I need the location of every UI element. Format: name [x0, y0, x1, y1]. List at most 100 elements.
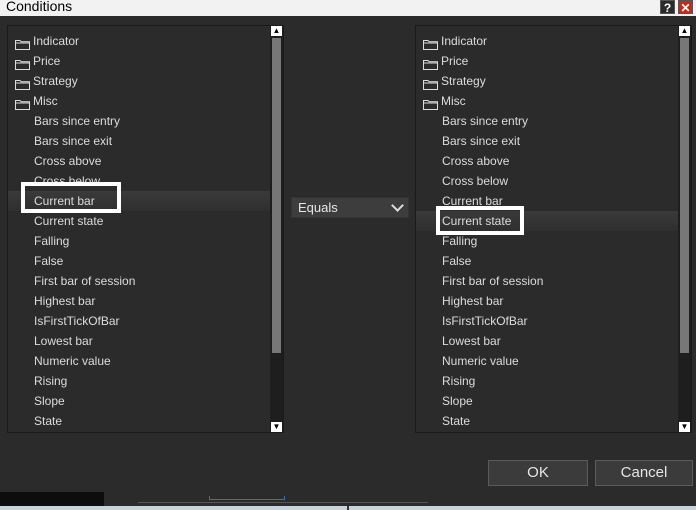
tree-folder-price[interactable]: Price [8, 51, 270, 71]
tree-item[interactable]: Current state [8, 211, 270, 231]
tree-item[interactable]: Highest bar [8, 291, 270, 311]
cancel-button[interactable]: Cancel [595, 460, 693, 486]
tree-item[interactable]: IsFirstTickOfBar [416, 311, 678, 331]
title-bar: Conditions ? ✕ [0, 0, 696, 16]
tree-item-label: False [442, 254, 472, 268]
tree-item-label: Current state [34, 214, 104, 228]
folder-icon [15, 56, 30, 70]
folder-icon [423, 36, 438, 50]
scroll-down-arrow-icon[interactable]: ▼ [271, 422, 282, 432]
tree-item-label: Highest bar [34, 294, 96, 308]
folder-icon [423, 56, 438, 70]
tree-item[interactable]: Rising [416, 371, 678, 391]
tree-item[interactable]: Slope [416, 391, 678, 411]
tree-item[interactable]: Current state [416, 211, 678, 231]
tree-item[interactable]: Numeric value [8, 351, 270, 371]
folder-icon [15, 36, 30, 50]
tree-item[interactable]: Numeric value [416, 351, 678, 371]
tree-item-label: Bars since entry [34, 114, 121, 128]
tree-item[interactable]: Current bar [8, 191, 270, 211]
folder-icon [423, 96, 438, 110]
tree-folder-label: Indicator [33, 34, 80, 48]
right-scroll-thumb[interactable] [680, 38, 689, 353]
tree-item-label: Slope [34, 394, 65, 408]
tree-item[interactable]: Lowest bar [416, 331, 678, 351]
tree-item[interactable]: Bars since entry [416, 111, 678, 131]
window-title: Conditions [6, 0, 73, 14]
tree-item[interactable]: Cross below [8, 171, 270, 191]
tree-item-label: Bars since entry [442, 114, 529, 128]
tree-item[interactable]: Lowest bar [8, 331, 270, 351]
tree-folder-misc[interactable]: Misc [416, 91, 678, 111]
tree-item[interactable]: Cross above [8, 151, 270, 171]
tree-item[interactable]: First bar of session [8, 271, 270, 291]
tree-folder-strategy[interactable]: Strategy [416, 71, 678, 91]
tree-folder-indicator[interactable]: Indicator [416, 31, 678, 51]
tree-item[interactable]: Slope [8, 391, 270, 411]
tree-folder-label: Strategy [33, 74, 78, 88]
tree-folder-indicator[interactable]: Indicator [8, 31, 270, 51]
tree-folder-strategy[interactable]: Strategy [8, 71, 270, 91]
tree-item[interactable]: Bars since entry [8, 111, 270, 131]
tree-folder-price[interactable]: Price [416, 51, 678, 71]
tree-folder-label: Price [33, 54, 61, 68]
tree-item-label: Current state [442, 214, 512, 228]
tree-item[interactable]: IsFirstTickOfBar [8, 311, 270, 331]
right-condition-tree[interactable]: Indicator Price Strategy Misc Bars since ent… [415, 25, 692, 433]
left-condition-tree[interactable]: Indicator Price Strategy Misc Bars since ent… [7, 25, 284, 433]
operator-dropdown[interactable]: Equals [291, 197, 409, 218]
tree-item[interactable]: Cross below [416, 171, 678, 191]
tree-item-label: False [34, 254, 64, 268]
tree-item[interactable]: False [8, 251, 270, 271]
tree-item-label: IsFirstTickOfBar [442, 314, 528, 328]
tree-item-label: Rising [34, 374, 68, 388]
right-tree-list: Indicator Price Strategy Misc Bars since ent… [416, 31, 678, 431]
tree-folder-label: Price [441, 54, 469, 68]
tree-item-label: Highest bar [442, 294, 504, 308]
tree-item-label: Bars since exit [34, 134, 113, 148]
tree-folder-label: Misc [441, 94, 466, 108]
tree-item-label: Current bar [442, 194, 503, 208]
background-app-strip [0, 492, 696, 510]
tree-item[interactable]: Bars since exit [416, 131, 678, 151]
tree-item-label: Lowest bar [34, 334, 93, 348]
tree-item-label: State [442, 414, 471, 428]
left-scroll-thumb[interactable] [272, 38, 281, 353]
tree-item-label: Numeric value [34, 354, 111, 368]
tree-item[interactable]: Current bar [416, 191, 678, 211]
help-button[interactable]: ? [660, 0, 675, 15]
tree-item-label: Slope [442, 394, 473, 408]
tree-item[interactable]: State [8, 411, 270, 431]
left-scrollbar[interactable]: ▲ ▼ [270, 26, 283, 432]
tree-item-label: Cross above [442, 154, 510, 168]
tree-item[interactable]: Highest bar [416, 291, 678, 311]
operator-value: Equals [298, 200, 338, 215]
tree-folder-misc[interactable]: Misc [8, 91, 270, 111]
tree-item-label: Lowest bar [442, 334, 501, 348]
tree-item[interactable]: Cross above [416, 151, 678, 171]
tree-item[interactable]: Rising [8, 371, 270, 391]
scroll-down-arrow-icon[interactable]: ▼ [679, 422, 690, 432]
scroll-up-arrow-icon[interactable]: ▲ [679, 26, 690, 36]
tree-item[interactable]: Falling [416, 231, 678, 251]
right-scrollbar[interactable]: ▲ ▼ [678, 26, 691, 432]
tree-item-label: IsFirstTickOfBar [34, 314, 120, 328]
close-button[interactable]: ✕ [678, 0, 693, 15]
left-tree-list: Indicator Price Strategy Misc Bars since ent… [8, 31, 270, 431]
tree-item[interactable]: Falling [8, 231, 270, 251]
tree-item-label: Cross below [442, 174, 509, 188]
scroll-up-arrow-icon[interactable]: ▲ [271, 26, 282, 36]
tree-folder-label: Strategy [441, 74, 486, 88]
tree-item[interactable]: First bar of session [416, 271, 678, 291]
tree-item-label: State [34, 414, 63, 428]
tree-item-label: First bar of session [34, 274, 136, 288]
tree-item[interactable]: State [416, 411, 678, 431]
tree-item-label: First bar of session [442, 274, 544, 288]
tree-item[interactable]: False [416, 251, 678, 271]
tree-item-label: Cross above [34, 154, 102, 168]
tree-item-label: Falling [442, 234, 478, 248]
folder-icon [15, 96, 30, 110]
tree-item-label: Falling [34, 234, 70, 248]
tree-item[interactable]: Bars since exit [8, 131, 270, 151]
ok-button[interactable]: OK [488, 460, 588, 486]
